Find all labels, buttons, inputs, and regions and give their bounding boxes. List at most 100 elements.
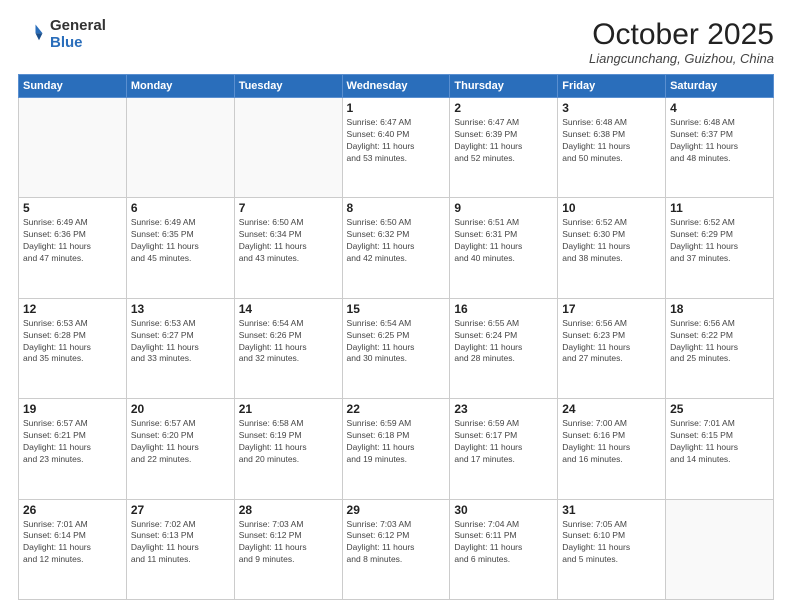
day-info: Sunrise: 6:57 AM Sunset: 6:21 PM Dayligh…: [23, 418, 122, 466]
calendar-header-saturday: Saturday: [666, 75, 774, 98]
day-info: Sunrise: 6:55 AM Sunset: 6:24 PM Dayligh…: [454, 318, 553, 366]
calendar-cell: 17Sunrise: 6:56 AM Sunset: 6:23 PM Dayli…: [558, 298, 666, 398]
day-number: 21: [239, 402, 338, 416]
calendar-cell: 23Sunrise: 6:59 AM Sunset: 6:17 PM Dayli…: [450, 399, 558, 499]
day-number: 9: [454, 201, 553, 215]
calendar-cell: 19 Sunrise: 6:57 AM Sunset: 6:21 PM Dayli…: [19, 399, 127, 499]
calendar-header-row: SundayMondayTuesdayWednesdayThursdayFrid…: [19, 75, 774, 98]
day-number: 1: [347, 101, 446, 115]
logo-general: General: [50, 18, 106, 35]
day-info: Sunrise: 6:48 AM Sunset: 6:38 PM Dayligh…: [562, 117, 661, 165]
day-info: Sunrise: 6:48 AM Sunset: 6:37 PM Dayligh…: [670, 117, 769, 165]
day-number: 18: [670, 302, 769, 316]
day-number: 30: [454, 503, 553, 517]
month-title: October 2025: [589, 18, 774, 51]
day-info: Sunrise: 6:47 AM Sunset: 6:39 PM Dayligh…: [454, 117, 553, 165]
day-info: Sunrise: 7:01 AM Sunset: 6:15 PM Dayligh…: [670, 418, 769, 466]
day-info: Sunrise: 6:52 AM Sunset: 6:30 PM Dayligh…: [562, 217, 661, 265]
calendar-cell: 18 Sunrise: 6:56 AM Sunset: 6:22 PM Dayli…: [666, 298, 774, 398]
day-info: Sunrise: 6:47 AM Sunset: 6:40 PM Dayligh…: [347, 117, 446, 165]
calendar-cell: 4 Sunrise: 6:48 AM Sunset: 6:37 PM Daylig…: [666, 98, 774, 198]
page: General Blue October 2025 Liangcunchang,…: [0, 0, 792, 612]
day-number: 20: [131, 402, 230, 416]
calendar-cell: 24Sunrise: 7:00 AM Sunset: 6:16 PM Dayli…: [558, 399, 666, 499]
day-info: Sunrise: 6:53 AM Sunset: 6:28 PM Dayligh…: [23, 318, 122, 366]
day-info: Sunrise: 6:54 AM Sunset: 6:25 PM Dayligh…: [347, 318, 446, 366]
day-info: Sunrise: 6:57 AM Sunset: 6:20 PM Dayligh…: [131, 418, 230, 466]
day-info: Sunrise: 7:02 AM Sunset: 6:13 PM Dayligh…: [131, 519, 230, 567]
day-number: 14: [239, 302, 338, 316]
day-info: Sunrise: 6:56 AM Sunset: 6:23 PM Dayligh…: [562, 318, 661, 366]
calendar-cell: 15 Sunrise: 6:54 AM Sunset: 6:25 PM Dayli…: [342, 298, 450, 398]
calendar-table: SundayMondayTuesdayWednesdayThursdayFrid…: [18, 74, 774, 600]
calendar-header-monday: Monday: [126, 75, 234, 98]
day-info: Sunrise: 6:58 AM Sunset: 6:19 PM Dayligh…: [239, 418, 338, 466]
title-block: October 2025 Liangcunchang, Guizhou, Chi…: [589, 18, 774, 66]
calendar-cell: 28 Sunrise: 7:03 AM Sunset: 6:12 PM Dayli…: [234, 499, 342, 599]
day-number: 6: [131, 201, 230, 215]
calendar-cell: [126, 98, 234, 198]
day-info: Sunrise: 6:56 AM Sunset: 6:22 PM Dayligh…: [670, 318, 769, 366]
logo-text: General Blue: [50, 18, 106, 51]
day-number: 2: [454, 101, 553, 115]
day-number: 29: [347, 503, 446, 517]
calendar-week-4: 19 Sunrise: 6:57 AM Sunset: 6:21 PM Dayli…: [19, 399, 774, 499]
calendar-cell: 12 Sunrise: 6:53 AM Sunset: 6:28 PM Dayli…: [19, 298, 127, 398]
day-number: 12: [23, 302, 122, 316]
day-info: Sunrise: 6:50 AM Sunset: 6:32 PM Dayligh…: [347, 217, 446, 265]
day-info: Sunrise: 7:03 AM Sunset: 6:12 PM Dayligh…: [239, 519, 338, 567]
calendar-header-tuesday: Tuesday: [234, 75, 342, 98]
day-number: 3: [562, 101, 661, 115]
calendar-cell: 27Sunrise: 7:02 AM Sunset: 6:13 PM Dayli…: [126, 499, 234, 599]
calendar-cell: 31Sunrise: 7:05 AM Sunset: 6:10 PM Dayli…: [558, 499, 666, 599]
calendar-cell: 16 Sunrise: 6:55 AM Sunset: 6:24 PM Dayli…: [450, 298, 558, 398]
day-number: 4: [670, 101, 769, 115]
calendar-cell: 1 Sunrise: 6:47 AM Sunset: 6:40 PM Daylig…: [342, 98, 450, 198]
calendar-header-wednesday: Wednesday: [342, 75, 450, 98]
day-number: 13: [131, 302, 230, 316]
calendar-week-3: 12 Sunrise: 6:53 AM Sunset: 6:28 PM Dayli…: [19, 298, 774, 398]
day-info: Sunrise: 6:49 AM Sunset: 6:35 PM Dayligh…: [131, 217, 230, 265]
day-number: 28: [239, 503, 338, 517]
day-number: 24: [562, 402, 661, 416]
calendar-cell: 29 Sunrise: 7:03 AM Sunset: 6:12 PM Dayli…: [342, 499, 450, 599]
day-info: Sunrise: 6:50 AM Sunset: 6:34 PM Dayligh…: [239, 217, 338, 265]
calendar-cell: 2 Sunrise: 6:47 AM Sunset: 6:39 PM Daylig…: [450, 98, 558, 198]
day-number: 15: [347, 302, 446, 316]
day-number: 16: [454, 302, 553, 316]
logo: General Blue: [18, 18, 106, 51]
location: Liangcunchang, Guizhou, China: [589, 51, 774, 66]
day-number: 11: [670, 201, 769, 215]
calendar-cell: 5 Sunrise: 6:49 AM Sunset: 6:36 PM Daylig…: [19, 198, 127, 298]
calendar-cell: 20 Sunrise: 6:57 AM Sunset: 6:20 PM Dayli…: [126, 399, 234, 499]
calendar-week-2: 5 Sunrise: 6:49 AM Sunset: 6:36 PM Daylig…: [19, 198, 774, 298]
day-info: Sunrise: 7:01 AM Sunset: 6:14 PM Dayligh…: [23, 519, 122, 567]
calendar-cell: [666, 499, 774, 599]
calendar-cell: 11 Sunrise: 6:52 AM Sunset: 6:29 PM Dayli…: [666, 198, 774, 298]
day-number: 22: [347, 402, 446, 416]
day-info: Sunrise: 6:49 AM Sunset: 6:36 PM Dayligh…: [23, 217, 122, 265]
day-info: Sunrise: 6:53 AM Sunset: 6:27 PM Dayligh…: [131, 318, 230, 366]
calendar-week-5: 26Sunrise: 7:01 AM Sunset: 6:14 PM Dayli…: [19, 499, 774, 599]
day-number: 31: [562, 503, 661, 517]
day-number: 8: [347, 201, 446, 215]
day-info: Sunrise: 6:54 AM Sunset: 6:26 PM Dayligh…: [239, 318, 338, 366]
day-info: Sunrise: 7:03 AM Sunset: 6:12 PM Dayligh…: [347, 519, 446, 567]
day-number: 10: [562, 201, 661, 215]
calendar-cell: 8 Sunrise: 6:50 AM Sunset: 6:32 PM Daylig…: [342, 198, 450, 298]
day-info: Sunrise: 6:52 AM Sunset: 6:29 PM Dayligh…: [670, 217, 769, 265]
header: General Blue October 2025 Liangcunchang,…: [18, 18, 774, 66]
calendar-cell: [19, 98, 127, 198]
day-info: Sunrise: 6:51 AM Sunset: 6:31 PM Dayligh…: [454, 217, 553, 265]
calendar-cell: 14 Sunrise: 6:54 AM Sunset: 6:26 PM Dayli…: [234, 298, 342, 398]
day-info: Sunrise: 7:04 AM Sunset: 6:11 PM Dayligh…: [454, 519, 553, 567]
calendar-header-friday: Friday: [558, 75, 666, 98]
calendar-cell: 26Sunrise: 7:01 AM Sunset: 6:14 PM Dayli…: [19, 499, 127, 599]
calendar-cell: 7Sunrise: 6:50 AM Sunset: 6:34 PM Daylig…: [234, 198, 342, 298]
day-number: 5: [23, 201, 122, 215]
calendar-cell: 22Sunrise: 6:59 AM Sunset: 6:18 PM Dayli…: [342, 399, 450, 499]
calendar-header-sunday: Sunday: [19, 75, 127, 98]
calendar-cell: 6 Sunrise: 6:49 AM Sunset: 6:35 PM Daylig…: [126, 198, 234, 298]
day-number: 25: [670, 402, 769, 416]
day-number: 19: [23, 402, 122, 416]
